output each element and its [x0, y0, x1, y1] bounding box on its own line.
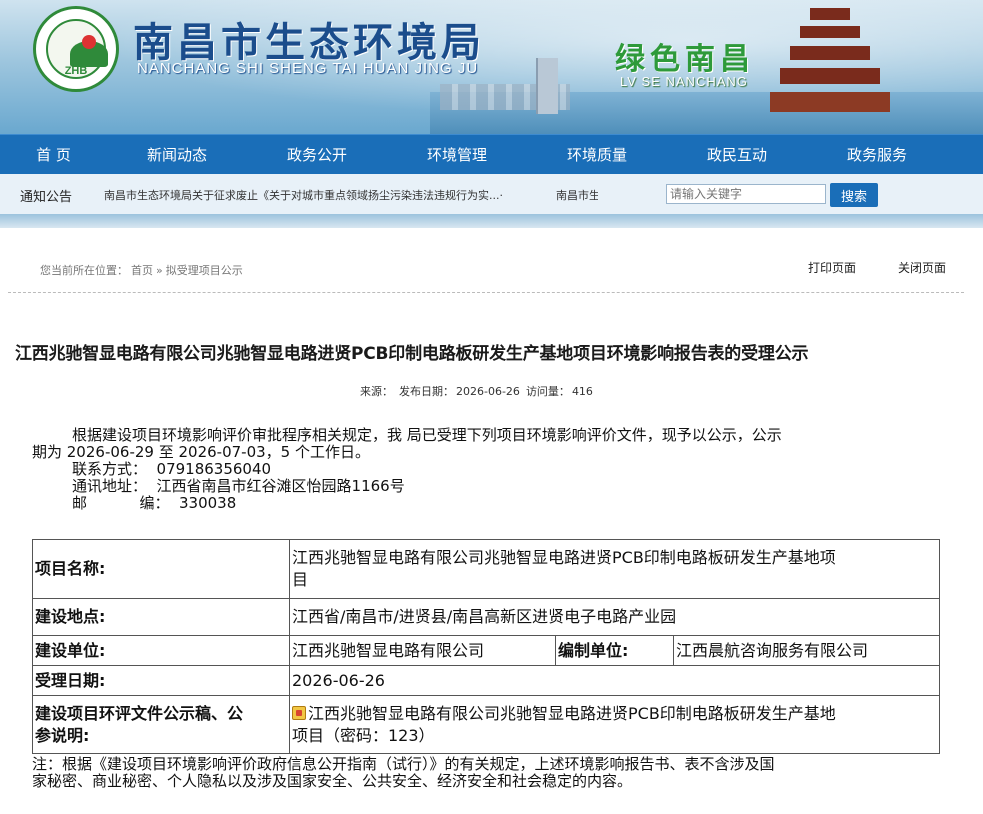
views-count: 416 [571, 385, 593, 398]
doc-value: 江西兆驰智显电路有限公司兆驰智显电路进贤PCB印制电路板研发生产基地项目（密码：… [289, 695, 940, 754]
article-title: 江西兆驰智显电路有限公司兆驰智显电路进贤PCB印制电路板研发生产基地项目环境影响… [15, 344, 809, 364]
breadcrumb-current[interactable]: 拟受理项目公示 [166, 264, 243, 277]
body-paragraph-line1: 根据建设项目环境影响评价审批程序相关规定，我 局已受理下列项目环境影响评价文件，… [72, 426, 782, 444]
nav-item-services[interactable]: 政务服务 [807, 135, 947, 175]
doc-label-line2: 参说明: [35, 725, 90, 745]
nav-item-news[interactable]: 新闻动态 [107, 135, 247, 175]
location-label: 建设地点: [32, 598, 290, 636]
banner-building [536, 58, 558, 114]
nav-item-env-management[interactable]: 环境管理 [387, 135, 527, 175]
accept-date-label: 受理日期: [32, 665, 290, 696]
table-row: 受理日期: 2026-06-26 [32, 665, 940, 696]
nav-item-affairs-open[interactable]: 政务公开 [247, 135, 387, 175]
views-label: 访问量： [525, 385, 570, 398]
source-label: 来源： [360, 385, 393, 398]
nav-item-interaction[interactable]: 政民互动 [667, 135, 807, 175]
divider [8, 292, 964, 293]
contact-line: 联系方式： 079186356040 [72, 460, 272, 478]
doc-link-line1[interactable]: 江西兆驰智显电路有限公司兆驰智显电路进贤PCB印制电路板研发生产基地 [308, 704, 836, 723]
table-row: 建设地点: 江西省/南昌市/进贤县/南昌高新区进贤电子电路产业园 [32, 598, 940, 636]
document-attachment-icon[interactable] [292, 705, 306, 720]
doc-label-line1: 建设项目环评文件公示稿、公 [35, 703, 244, 723]
logo-text: ZHB [64, 65, 88, 77]
search-input[interactable] [666, 184, 826, 204]
project-name-label: 项目名称: [32, 539, 290, 599]
table-row: 建设单位: 江西兆驰智显电路有限公司 编制单位: 江西晨航咨询服务有限公司 [32, 635, 940, 666]
article-body: 根据建设项目环境影响评价审批程序相关规定，我 局已受理下列项目环境影响评价文件，… [32, 427, 932, 512]
address-line: 通讯地址： 江西省南昌市红谷滩区怡园路1166号 [72, 477, 405, 495]
close-page-link[interactable]: 关闭页面 [898, 259, 946, 276]
breadcrumb-prefix: 您当前所在位置： [40, 264, 128, 277]
slogan: 绿色南昌 [615, 42, 755, 77]
project-info-table: 项目名称: 江西兆驰智显电路有限公司兆驰智显电路进贤PCB印制电路板研发生产基地… [32, 539, 940, 754]
breadcrumb: 您当前所在位置： 首页» 拟受理项目公示 [40, 262, 246, 278]
project-name-line2: 目 [292, 570, 309, 589]
footnote-line1: 注：根据《建设项目环境影响评价政府信息公开指南（试行）》的有关规定，上述环境影响… [32, 755, 775, 773]
compiler-label: 编制单位: [555, 635, 674, 666]
header-banner: ZHB 南昌市生态环境局 NANCHANG SHI SHENG TAI HUAN… [0, 0, 983, 134]
pavilion-illustration [770, 0, 890, 134]
builder-label: 建设单位: [32, 635, 290, 666]
sun-icon [82, 35, 96, 49]
notice-marquee-item[interactable]: 南昌市生态环境局关于征求废止《关于对城市重点领域扬尘污染违法违规行为实...· [104, 187, 503, 203]
doc-label: 建设项目环评文件公示稿、公 参说明: [32, 695, 290, 754]
bureau-logo[interactable]: ZHB [33, 6, 119, 92]
decorative-strip [0, 214, 983, 228]
site-subtitle: NANCHANG SHI SHENG TAI HUAN JING JU [137, 60, 479, 77]
breadcrumb-separator: » [156, 264, 163, 277]
publish-date: 2026-06-26 [456, 385, 520, 398]
breadcrumb-home[interactable]: 首页 [131, 264, 153, 277]
builder-value: 江西兆驰智显电路有限公司 [289, 635, 556, 666]
notice-label: 通知公告 [20, 190, 73, 205]
project-name-value: 江西兆驰智显电路有限公司兆驰智显电路进贤PCB印制电路板研发生产基地项目 [289, 539, 940, 599]
date-label: 发布日期： [399, 385, 454, 398]
footnote-line2: 家秘密、商业秘密、个人隐私以及涉及国家安全、公共安全、经济安全和社会稳定的内容。 [32, 772, 633, 790]
print-page-link[interactable]: 打印页面 [808, 259, 856, 276]
notice-marquee-item-next[interactable]: 南昌市生态环境局 [556, 187, 598, 203]
nav-item-home[interactable]: 首 页 [0, 135, 107, 175]
body-paragraph-line2: 期为 2026-06-29 至 2026-07-03，5 个工作日。 [32, 443, 370, 461]
project-name-line1: 江西兆驰智显电路有限公司兆驰智显电路进贤PCB印制电路板研发生产基地项 [292, 548, 836, 567]
location-value: 江西省/南昌市/进贤县/南昌高新区进贤电子电路产业园 [289, 598, 940, 636]
table-row: 项目名称: 江西兆驰智显电路有限公司兆驰智显电路进贤PCB印制电路板研发生产基地… [32, 539, 940, 599]
search-button[interactable]: 搜索 [830, 183, 878, 207]
table-row: 建设项目环评文件公示稿、公 参说明: 江西兆驰智显电路有限公司兆驰智显电路进贤PC… [32, 695, 940, 754]
postcode-line: 邮 编： 330038 [72, 494, 237, 512]
accept-date-value: 2026-06-26 [289, 665, 940, 696]
doc-link-line2[interactable]: 项目（密码：123） [292, 726, 435, 745]
footnote: 注：根据《建设项目环境影响评价政府信息公开指南（试行）》的有关规定，上述环境影响… [32, 756, 942, 790]
slogan-subtitle: LV SE NANCHANG [620, 74, 748, 89]
nav-item-env-quality[interactable]: 环境质量 [527, 135, 667, 175]
compiler-value: 江西晨航咨询服务有限公司 [673, 635, 940, 666]
article-meta: 来源： 发布日期： 2026-06-26 访问量： 416 [360, 383, 599, 399]
main-nav: 首 页 新闻动态 政务公开 环境管理 环境质量 政民互动 政务服务 [0, 134, 983, 174]
